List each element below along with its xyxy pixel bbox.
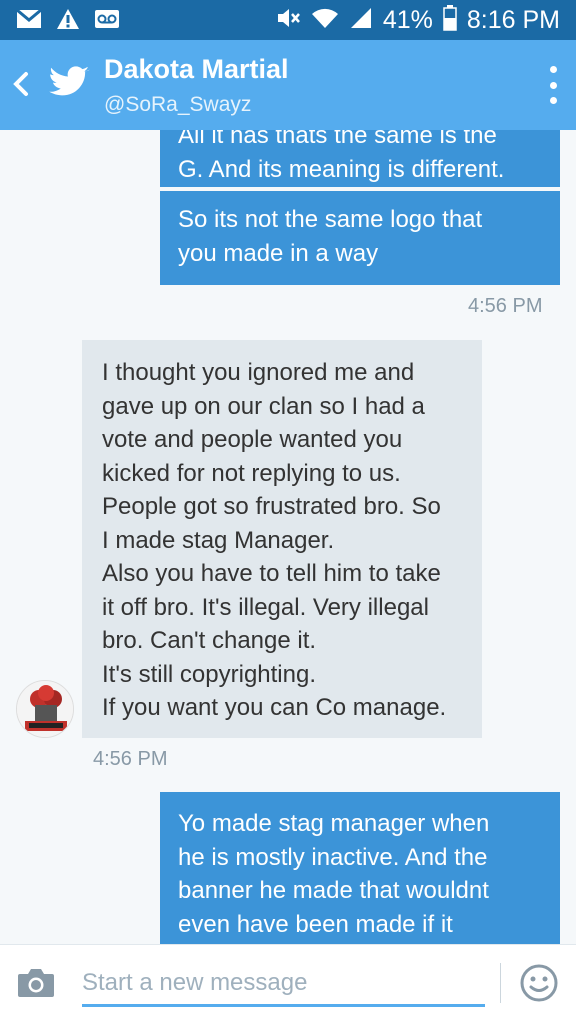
app-bar: Dakota Martial @SoRa_Swayz bbox=[0, 40, 576, 130]
battery-percent: 41% bbox=[382, 5, 433, 34]
status-bar: 41% 8:16 PM bbox=[0, 0, 576, 40]
message-composer bbox=[0, 944, 576, 1024]
message-bubble-outgoing[interactable]: Yo made stag manager when he is mostly i… bbox=[160, 792, 560, 944]
twitter-bird-icon bbox=[48, 64, 90, 102]
mute-icon bbox=[275, 6, 301, 35]
message-bubble-outgoing[interactable]: All it has thats the same is the G. And … bbox=[160, 130, 560, 187]
message-bubble-incoming[interactable]: I thought you ignored me and gave up on … bbox=[82, 340, 482, 738]
gmail-icon bbox=[16, 8, 42, 35]
conversation-title: Dakota Martial bbox=[104, 54, 289, 84]
battery-icon bbox=[443, 4, 457, 36]
avatar[interactable] bbox=[16, 680, 74, 738]
conversation-handle: @SoRa_Swayz bbox=[104, 93, 252, 116]
more-vert-icon[interactable] bbox=[548, 66, 558, 104]
clock: 8:16 PM bbox=[466, 5, 560, 34]
voicemail-icon bbox=[94, 8, 120, 35]
message-timestamp: 4:56 PM bbox=[93, 748, 168, 770]
message-bubble-outgoing[interactable]: So its not the same logo that you made i… bbox=[160, 191, 560, 285]
warning-icon bbox=[56, 8, 80, 35]
message-input[interactable] bbox=[82, 961, 485, 1007]
message-timestamp: 4:56 PM bbox=[468, 295, 543, 317]
message-list[interactable]: All it has thats the same is the G. And … bbox=[0, 130, 576, 944]
camera-icon[interactable] bbox=[17, 967, 55, 999]
back-icon[interactable] bbox=[8, 66, 32, 102]
signal-icon bbox=[349, 6, 373, 35]
wifi-icon bbox=[311, 6, 339, 35]
emoji-icon[interactable] bbox=[519, 963, 559, 1003]
composer-divider bbox=[500, 963, 501, 1003]
